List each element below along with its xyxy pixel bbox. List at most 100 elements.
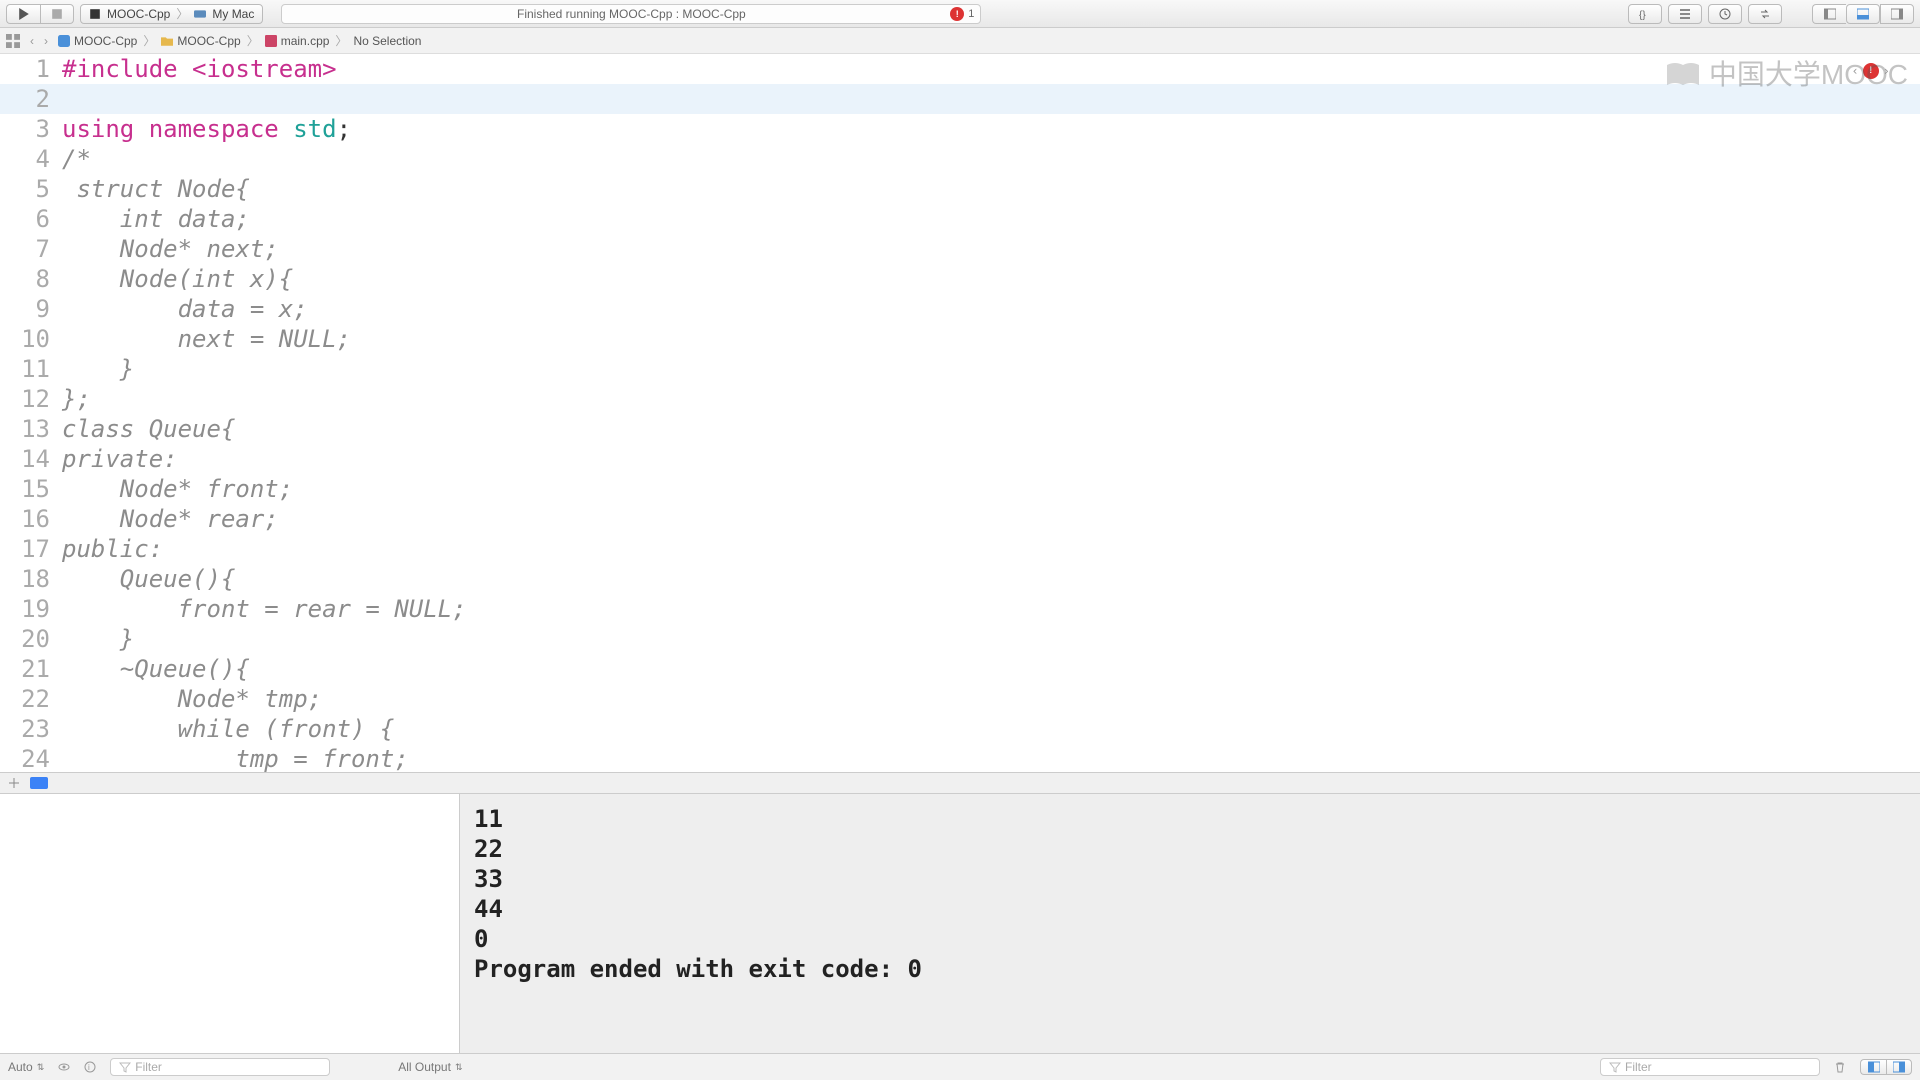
line-number: 4: [0, 144, 62, 174]
breadcrumb-project-label: MOOC-Cpp: [74, 34, 137, 48]
right-half-icon: [1893, 1061, 1905, 1073]
code-line[interactable]: 4/*: [0, 144, 1920, 174]
console-line: 22: [474, 834, 1906, 864]
code-line[interactable]: 18 Queue(){: [0, 564, 1920, 594]
auto-selector[interactable]: Auto ⇅: [8, 1060, 44, 1074]
code-line[interactable]: 21 ~Queue(){: [0, 654, 1920, 684]
chevron-right-icon: 〉: [335, 32, 347, 49]
line-number: 13: [0, 414, 62, 444]
toggle-utilities[interactable]: [1880, 4, 1914, 24]
nav-forward-button[interactable]: ›: [40, 34, 52, 48]
toggle-icon[interactable]: [8, 777, 20, 789]
error-icon: !: [950, 7, 964, 21]
jump-bar: ‹ › MOOC-Cpp 〉 MOOC-Cpp 〉 main.cpp 〉 No …: [0, 28, 1920, 54]
code-line[interactable]: 2: [0, 84, 1920, 114]
trash-icon[interactable]: [1834, 1061, 1846, 1073]
toggle-navigator[interactable]: [1812, 4, 1846, 24]
toggle-debug-area[interactable]: [1846, 4, 1880, 24]
mac-icon: [194, 8, 206, 20]
console-output[interactable]: 112233440Program ended with exit code: 0: [460, 794, 1920, 1053]
code-line[interactable]: 16 Node* rear;: [0, 504, 1920, 534]
code-content: using namespace std;: [62, 114, 351, 144]
line-number: 6: [0, 204, 62, 234]
filter-icon: [1609, 1061, 1621, 1073]
source-editor[interactable]: ‹ ! › 中国大学MOOC 1#include <iostream>23usi…: [0, 54, 1920, 772]
auto-label: Auto: [8, 1060, 33, 1074]
cpp-file-icon: [265, 35, 277, 47]
error-count: 1: [968, 8, 974, 20]
line-number: 14: [0, 444, 62, 474]
code-line[interactable]: 19 front = rear = NULL;: [0, 594, 1920, 624]
code-content: }: [62, 354, 134, 384]
lines-icon: [1679, 8, 1691, 20]
code-line[interactable]: 24 tmp = front;: [0, 744, 1920, 772]
code-content: private:: [62, 444, 178, 474]
chevron-right-icon: 〉: [247, 32, 259, 49]
code-content: }: [62, 624, 134, 654]
arrows-icon: [1759, 8, 1771, 20]
code-line[interactable]: 22 Node* tmp;: [0, 684, 1920, 714]
stop-icon: [51, 8, 63, 20]
eye-icon[interactable]: [58, 1061, 70, 1073]
code-line[interactable]: 17public:: [0, 534, 1920, 564]
debug-bar: [0, 772, 1920, 794]
code-content: ~Queue(){: [62, 654, 250, 684]
code-line[interactable]: 3using namespace std;: [0, 114, 1920, 144]
editor-mode-version[interactable]: [1708, 4, 1742, 24]
svg-text:i: i: [88, 1063, 90, 1072]
output-scope-selector[interactable]: All Output ⇅: [398, 1060, 462, 1074]
code-line[interactable]: 7 Node* next;: [0, 234, 1920, 264]
related-items-icon[interactable]: [6, 34, 20, 48]
breadcrumb-folder-label: MOOC-Cpp: [177, 34, 240, 48]
code-line[interactable]: 10 next = NULL;: [0, 324, 1920, 354]
line-number: 20: [0, 624, 62, 654]
code-line[interactable]: 9 data = x;: [0, 294, 1920, 324]
watermark-text: 中国大学MOOC: [1709, 60, 1908, 90]
chevron-right-icon: 〉: [143, 32, 155, 49]
code-line[interactable]: 20 }: [0, 624, 1920, 654]
code-content: int data;: [62, 204, 250, 234]
code-line[interactable]: 12};: [0, 384, 1920, 414]
code-line[interactable]: 6 int data;: [0, 204, 1920, 234]
console-filter-input[interactable]: Filter: [1600, 1058, 1820, 1076]
code-line[interactable]: 1#include <iostream>: [0, 54, 1920, 84]
line-number: 5: [0, 174, 62, 204]
scheme-selector[interactable]: MOOC-Cpp 〉 My Mac: [80, 4, 263, 24]
variables-view[interactable]: [0, 794, 460, 1053]
stop-button[interactable]: [40, 4, 74, 24]
editor-mode-standard[interactable]: {}: [1628, 4, 1662, 24]
issue-indicator[interactable]: ! 1: [950, 7, 974, 21]
line-number: 12: [0, 384, 62, 414]
book-icon: [1665, 61, 1701, 89]
code-line[interactable]: 15 Node* front;: [0, 474, 1920, 504]
breakpoint-indicator[interactable]: [30, 777, 48, 789]
breadcrumb-file[interactable]: main.cpp: [265, 34, 330, 48]
console-line: 44: [474, 894, 1906, 924]
code-content: Queue(){: [62, 564, 235, 594]
code-content: data = x;: [62, 294, 308, 324]
updown-icon: ⇅: [455, 1062, 463, 1073]
code-line[interactable]: 11 }: [0, 354, 1920, 384]
code-content: };: [62, 384, 91, 414]
editor-mode-review[interactable]: [1748, 4, 1782, 24]
show-console-button[interactable]: [1886, 1059, 1912, 1075]
code-line[interactable]: 13class Queue{: [0, 414, 1920, 444]
line-number: 2: [0, 84, 62, 114]
breadcrumb-folder[interactable]: MOOC-Cpp: [161, 34, 240, 48]
info-icon[interactable]: i: [84, 1061, 96, 1073]
code-line[interactable]: 14private:: [0, 444, 1920, 474]
breadcrumb-project[interactable]: MOOC-Cpp: [58, 34, 137, 48]
run-button[interactable]: [6, 4, 40, 24]
code-line[interactable]: 23 while (front) {: [0, 714, 1920, 744]
code-content: struct Node{: [62, 174, 250, 204]
console-line: 0: [474, 924, 1906, 954]
variables-filter-input[interactable]: Filter: [110, 1058, 330, 1076]
code-line[interactable]: 8 Node(int x){: [0, 264, 1920, 294]
line-number: 19: [0, 594, 62, 624]
code-content: tmp = front;: [62, 744, 409, 772]
show-variables-button[interactable]: [1860, 1059, 1886, 1075]
editor-mode-assistant[interactable]: [1668, 4, 1702, 24]
breadcrumb-selection[interactable]: No Selection: [353, 34, 421, 48]
nav-back-button[interactable]: ‹: [26, 34, 38, 48]
code-line[interactable]: 5 struct Node{: [0, 174, 1920, 204]
